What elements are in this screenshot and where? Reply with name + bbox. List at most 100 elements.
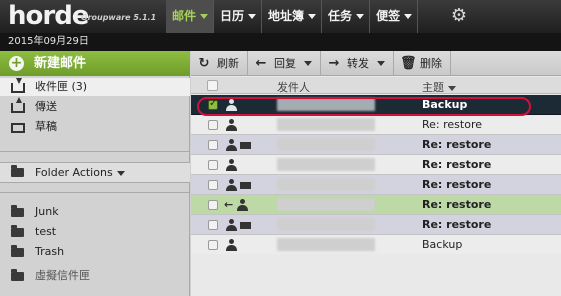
sidebar-item-sent[interactable]: 傳送	[0, 97, 190, 116]
nav-item-tasks[interactable]: 任务	[322, 0, 369, 33]
reply-arrow-icon: ←	[255, 56, 267, 71]
envelope-icon	[240, 182, 251, 189]
row-checkbox[interactable]	[208, 120, 218, 130]
row-checkbox[interactable]	[208, 240, 218, 250]
select-all-checkbox[interactable]	[207, 80, 218, 91]
message-row[interactable]: Re: restore	[191, 175, 561, 195]
envelope-icon	[240, 142, 251, 149]
person-icon	[226, 139, 237, 151]
new-mail-button[interactable]: + 新建邮件	[0, 51, 190, 76]
date-bar: 2015年09月29日	[0, 33, 561, 51]
reply-label: 回复	[274, 57, 296, 70]
sender-redacted	[277, 138, 375, 151]
message-row[interactable]: Backup	[191, 95, 561, 115]
sidebar-item-drafts[interactable]: 草稿	[0, 118, 190, 136]
message-subject: Re: restore	[422, 218, 492, 231]
folder-icon	[11, 245, 24, 257]
sidebar-item-inbox[interactable]: 收件匣 (3)	[0, 78, 190, 96]
refresh-button[interactable]: ↻ 刷新	[191, 51, 248, 76]
sidebar-item-label: 虛擬信件匣	[35, 269, 90, 282]
sidebar: + 新建邮件 收件匣 (3) 傳送 草稿 Folder Actions Junk…	[0, 51, 190, 296]
reply-button[interactable]: ← 回复	[248, 51, 321, 76]
folder-icon	[11, 225, 24, 237]
message-list-header: 发件人 主题	[191, 77, 561, 94]
subject-header-label: 主题	[422, 81, 444, 94]
sidebar-item-label: Junk	[35, 205, 59, 218]
delete-label: 删除	[420, 57, 442, 70]
refresh-label: 刷新	[217, 57, 239, 70]
forward-button[interactable]: → 转发	[321, 51, 394, 76]
sidebar-item-label: 傳送	[35, 100, 57, 113]
nav-item-addressbook[interactable]: 地址簿	[262, 0, 321, 33]
folder-icon	[11, 205, 24, 217]
sidebar-item-test[interactable]: test	[0, 223, 190, 241]
person-icon	[226, 179, 237, 191]
sidebar-divider	[0, 192, 190, 193]
person-icon	[226, 99, 237, 111]
drafts-icon	[11, 123, 25, 133]
sender-redacted	[277, 238, 375, 251]
top-bar: horde Groupware 5.1.1 邮件 日历 地址簿 任务 便签 ⚙	[0, 0, 561, 33]
message-subject: Backup	[422, 98, 468, 111]
subject-column-header[interactable]: 主题	[422, 79, 456, 95]
sidebar-item-trash[interactable]: Trash	[0, 243, 190, 261]
sender-redacted	[277, 98, 375, 111]
nav-item-calendar[interactable]: 日历	[214, 0, 261, 33]
folder-actions-menu[interactable]: Folder Actions	[0, 162, 190, 183]
message-row[interactable]: Re: restore	[191, 215, 561, 235]
forward-arrow-icon: →	[328, 56, 340, 71]
gear-icon[interactable]: ⚙	[449, 6, 469, 26]
message-subject: Re: restore	[422, 118, 482, 131]
chevron-down-icon	[248, 14, 257, 19]
sender-redacted	[277, 158, 375, 171]
nav-item-mail[interactable]: 邮件	[166, 0, 214, 33]
chevron-down-icon	[308, 14, 317, 19]
person-icon	[226, 239, 237, 251]
nav-divider	[417, 0, 419, 33]
chevron-down-icon	[304, 61, 312, 66]
message-row[interactable]: Re: restore	[191, 135, 561, 155]
row-checkbox[interactable]	[208, 220, 218, 230]
inbox-icon	[11, 78, 25, 93]
sidebar-item-virtual-folders[interactable]: 虛擬信件匣	[0, 267, 190, 285]
message-pane: ↻ 刷新 ← 回复 → 转发 🗑 删除 发件人 主题 Backup Re:	[191, 51, 561, 296]
sidebar-item-label: Trash	[35, 245, 65, 258]
logo-version: Groupware 5.1.1	[81, 13, 157, 22]
row-checkbox[interactable]	[208, 200, 218, 210]
nav-item-notes[interactable]: 便签	[370, 0, 417, 33]
message-row[interactable]: Backup	[191, 235, 561, 255]
message-row[interactable]: ← Re: restore	[191, 195, 561, 215]
sidebar-item-label: 草稿	[35, 120, 57, 133]
horde-logo[interactable]: horde	[8, 1, 89, 31]
virtual-folder-icon	[11, 269, 24, 281]
refresh-icon: ↻	[198, 56, 210, 71]
replied-icon: ←	[224, 198, 234, 211]
person-icon	[237, 199, 248, 211]
sender-redacted	[277, 178, 375, 191]
sidebar-item-label: 收件匣 (3)	[35, 80, 88, 93]
sidebar-item-junk[interactable]: Junk	[0, 203, 190, 221]
message-subject: Re: restore	[422, 198, 492, 211]
chevron-down-icon	[377, 61, 385, 66]
message-subject: Re: restore	[422, 158, 492, 171]
person-icon	[226, 119, 237, 131]
message-row[interactable]: Re: restore	[191, 115, 561, 135]
message-row[interactable]: Re: restore	[191, 155, 561, 175]
sender-column-header[interactable]: 发件人	[277, 79, 310, 95]
row-checkbox[interactable]	[208, 98, 218, 110]
sender-redacted	[277, 218, 375, 231]
forward-label: 转发	[347, 57, 369, 70]
chevron-down-icon	[200, 14, 209, 19]
delete-button[interactable]: 🗑 删除	[394, 51, 451, 76]
row-checkbox[interactable]	[208, 140, 218, 150]
message-subject: Re: restore	[422, 178, 492, 191]
envelope-icon	[240, 222, 251, 229]
main-nav: 邮件 日历 地址簿 任务 便签	[166, 0, 419, 33]
sender-redacted	[277, 118, 375, 131]
chevron-down-icon	[116, 171, 125, 176]
folder-icon	[11, 165, 24, 177]
row-checkbox[interactable]	[208, 180, 218, 190]
message-toolbar: ↻ 刷新 ← 回复 → 转发 🗑 删除	[191, 51, 561, 76]
row-checkbox[interactable]	[208, 160, 218, 170]
chevron-down-icon	[356, 14, 365, 19]
